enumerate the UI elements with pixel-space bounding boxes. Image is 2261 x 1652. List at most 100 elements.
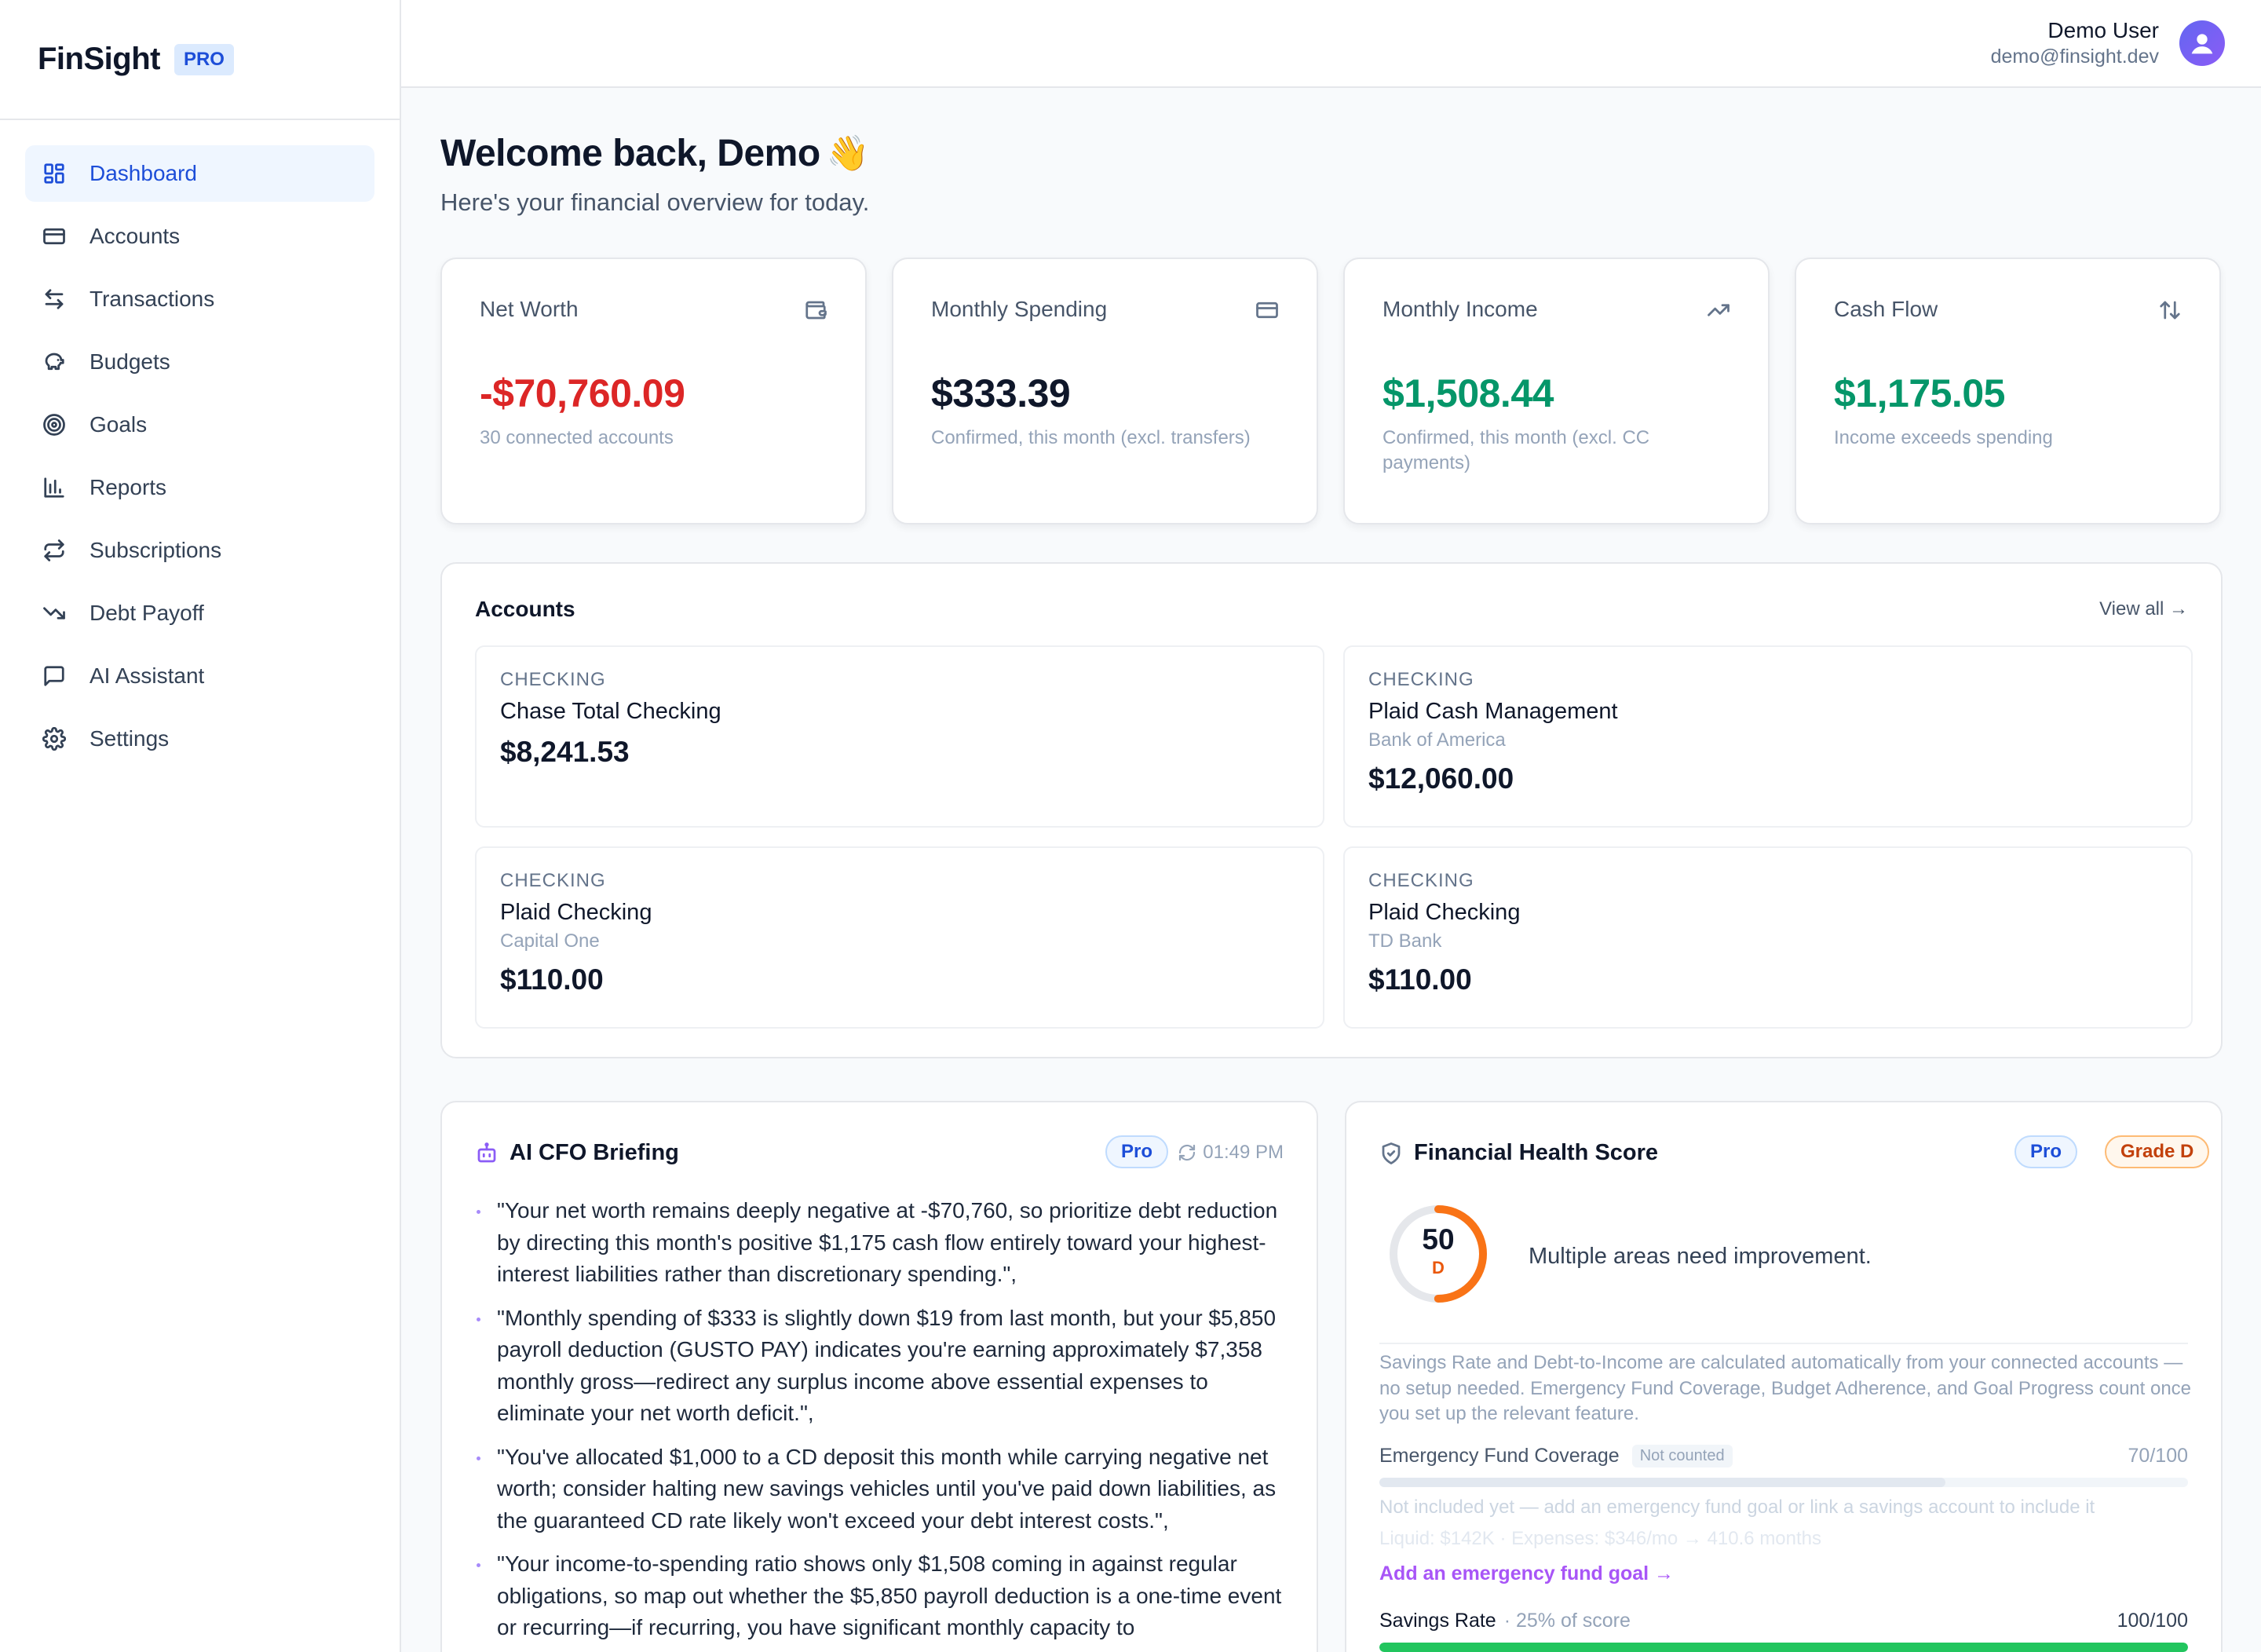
user-name: Demo User <box>2047 18 2159 42</box>
accounts-panel: Accounts View all → CHECKING Chase Total… <box>440 562 2223 1058</box>
refresh-time-label: 01:49 PM <box>1203 1142 1284 1163</box>
brand: FinSight PRO <box>0 0 400 120</box>
savings-rate-bar <box>1379 1643 2188 1652</box>
topbar: Demo User demo@finsight.dev <box>401 0 2261 88</box>
metric-detail: Liquid: $142K · Expenses: $346/mo → 410.… <box>1379 1528 1822 1549</box>
brand-name[interactable]: FinSight <box>38 42 160 77</box>
sidebar-item-label: Dashboard <box>89 161 197 185</box>
pro-badge: Pro <box>2014 1135 2078 1168</box>
list-item: "Monthly spending of $333 is slightly do… <box>475 1303 1291 1430</box>
sidebar-item-dashboard[interactable]: Dashboard <box>25 145 374 202</box>
sidebar-item-label: AI Assistant <box>89 663 205 688</box>
stat-title: Monthly Income <box>1383 297 1538 321</box>
sidebar-item-label: Reports <box>89 475 167 499</box>
refresh-icon <box>1179 1144 1196 1161</box>
grid-icon <box>42 162 66 185</box>
shield-icon <box>1379 1142 1403 1165</box>
arrow-up-down-icon <box>2158 298 2182 322</box>
account-card[interactable]: CHECKING Plaid Checking TD Bank $110.00 <box>1343 846 2193 1029</box>
piggy-bank-icon <box>42 350 66 374</box>
briefing-list: "Your net worth remains deeply negative … <box>475 1195 1291 1652</box>
sidebar-item-label: Goals <box>89 412 148 437</box>
sidebar-item-goals[interactable]: Goals <box>25 397 374 453</box>
sidebar-item-label: Transactions <box>89 287 215 311</box>
sidebar-item-label: Debt Payoff <box>89 601 204 625</box>
account-card[interactable]: CHECKING Plaid Cash Management Bank of A… <box>1343 645 2193 828</box>
health-description: Savings Rate and Debt-to-Income are calc… <box>1379 1352 2192 1424</box>
stat-title: Monthly Spending <box>931 297 1108 321</box>
stat-value: $1,508.44 <box>1383 371 1554 415</box>
trending-down-icon <box>42 601 66 625</box>
stat-note: Income exceeds spending <box>1834 427 2053 448</box>
stat-card-monthly-spending: Monthly Spending $333.39 Confirmed, this… <box>892 258 1318 524</box>
sidebar-item-label: Subscriptions <box>89 538 222 562</box>
emergency-fund-bar <box>1379 1478 2188 1487</box>
account-balance: $8,241.53 <box>500 736 630 768</box>
health-score-panel: Financial Health Score Pro Grade D 50 D … <box>1345 1101 2223 1652</box>
sidebar-item-ai-assistant[interactable]: AI Assistant <box>25 648 374 704</box>
list-item: "You've allocated $1,000 to a CD deposit… <box>475 1442 1291 1537</box>
user-email: demo@finsight.dev <box>1990 46 2159 68</box>
credit-card-icon <box>42 225 66 248</box>
progress-fill <box>1379 1643 2188 1652</box>
account-card[interactable]: CHECKING Plaid Checking Capital One $110… <box>475 846 1324 1029</box>
ai-briefing-header: AI CFO Briefing <box>475 1140 679 1166</box>
metric-note: Not included yet — add an emergency fund… <box>1379 1497 2095 1518</box>
sidebar-nav: Dashboard Accounts Transactions Budgets … <box>0 120 400 799</box>
account-type: CHECKING <box>500 870 606 891</box>
sidebar: FinSight PRO Dashboard Accounts Transact… <box>0 0 401 1652</box>
ai-briefing-panel: AI CFO Briefing Pro 01:49 PM "Your net w… <box>440 1101 1318 1652</box>
gear-icon <box>42 727 66 751</box>
list-item: "Your net worth remains deeply negative … <box>475 1195 1291 1291</box>
avatar[interactable] <box>2179 20 2225 66</box>
waving-hand-icon: 👋 <box>826 134 870 173</box>
account-institution: TD Bank <box>1368 930 1442 952</box>
sidebar-item-subscriptions[interactable]: Subscriptions <box>25 522 374 579</box>
account-type: CHECKING <box>1368 669 1474 690</box>
score-grade: D <box>1432 1258 1445 1277</box>
stat-card-net-worth: Net Worth -$70,760.09 30 connected accou… <box>440 258 867 524</box>
sidebar-item-accounts[interactable]: Accounts <box>25 208 374 265</box>
account-card[interactable]: CHECKING Chase Total Checking $8,241.53 <box>475 645 1324 828</box>
account-balance: $110.00 <box>1368 963 1472 996</box>
sidebar-item-budgets[interactable]: Budgets <box>25 334 374 390</box>
metric-label: Savings Rate <box>1379 1610 1496 1632</box>
sidebar-item-settings[interactable]: Settings <box>25 711 374 767</box>
account-name: Chase Total Checking <box>500 699 721 724</box>
user-menu[interactable]: Demo User demo@finsight.dev <box>1991 17 2159 69</box>
credit-card-icon <box>1255 298 1279 322</box>
account-type: CHECKING <box>500 669 606 690</box>
sidebar-item-reports[interactable]: Reports <box>25 459 374 516</box>
grade-badge: Grade D <box>2105 1135 2210 1168</box>
page-subtitle: Here's your financial overview for today… <box>440 188 870 216</box>
account-institution: Bank of America <box>1368 729 1506 751</box>
bot-icon <box>475 1142 499 1165</box>
page-title-text: Welcome back, Demo <box>440 132 820 174</box>
add-emergency-fund-link[interactable]: Add an emergency fund goal → <box>1379 1562 1674 1585</box>
metric-label: Emergency Fund Coverage <box>1379 1445 1620 1467</box>
metric-emergency-fund: Emergency Fund Coverage Not counted 70/1… <box>1379 1445 2188 1467</box>
view-all-link[interactable]: View all → <box>2099 598 2188 620</box>
health-score-header: Financial Health Score <box>1379 1140 1658 1166</box>
stat-card-monthly-income: Monthly Income $1,508.44 Confirmed, this… <box>1343 258 1770 524</box>
account-name: Plaid Checking <box>500 900 652 925</box>
account-type: CHECKING <box>1368 870 1474 891</box>
stat-note: Confirmed, this month (excl. transfers) <box>931 427 1251 448</box>
stat-note: Confirmed, this month (excl. CC payments… <box>1383 427 1650 473</box>
bar-chart-icon <box>42 476 66 499</box>
stat-cards: Net Worth -$70,760.09 30 connected accou… <box>440 258 2223 524</box>
refresh-time[interactable]: 01:49 PM <box>1178 1142 1284 1164</box>
account-balance: $12,060.00 <box>1368 762 1514 795</box>
stat-note: 30 connected accounts <box>480 427 674 448</box>
target-icon <box>42 413 66 437</box>
ai-briefing-title: AI CFO Briefing <box>510 1140 679 1165</box>
sidebar-item-transactions[interactable]: Transactions <box>25 271 374 327</box>
sidebar-item-label: Accounts <box>89 224 181 248</box>
stat-card-cash-flow: Cash Flow $1,175.05 Income exceeds spend… <box>1795 258 2221 524</box>
account-balance: $110.00 <box>500 963 604 996</box>
sidebar-item-label: Settings <box>89 726 170 751</box>
pro-badge: Pro <box>1105 1135 1169 1168</box>
account-institution: Capital One <box>500 930 600 952</box>
sidebar-item-debt-payoff[interactable]: Debt Payoff <box>25 585 374 641</box>
health-score-title: Financial Health Score <box>1414 1140 1659 1165</box>
